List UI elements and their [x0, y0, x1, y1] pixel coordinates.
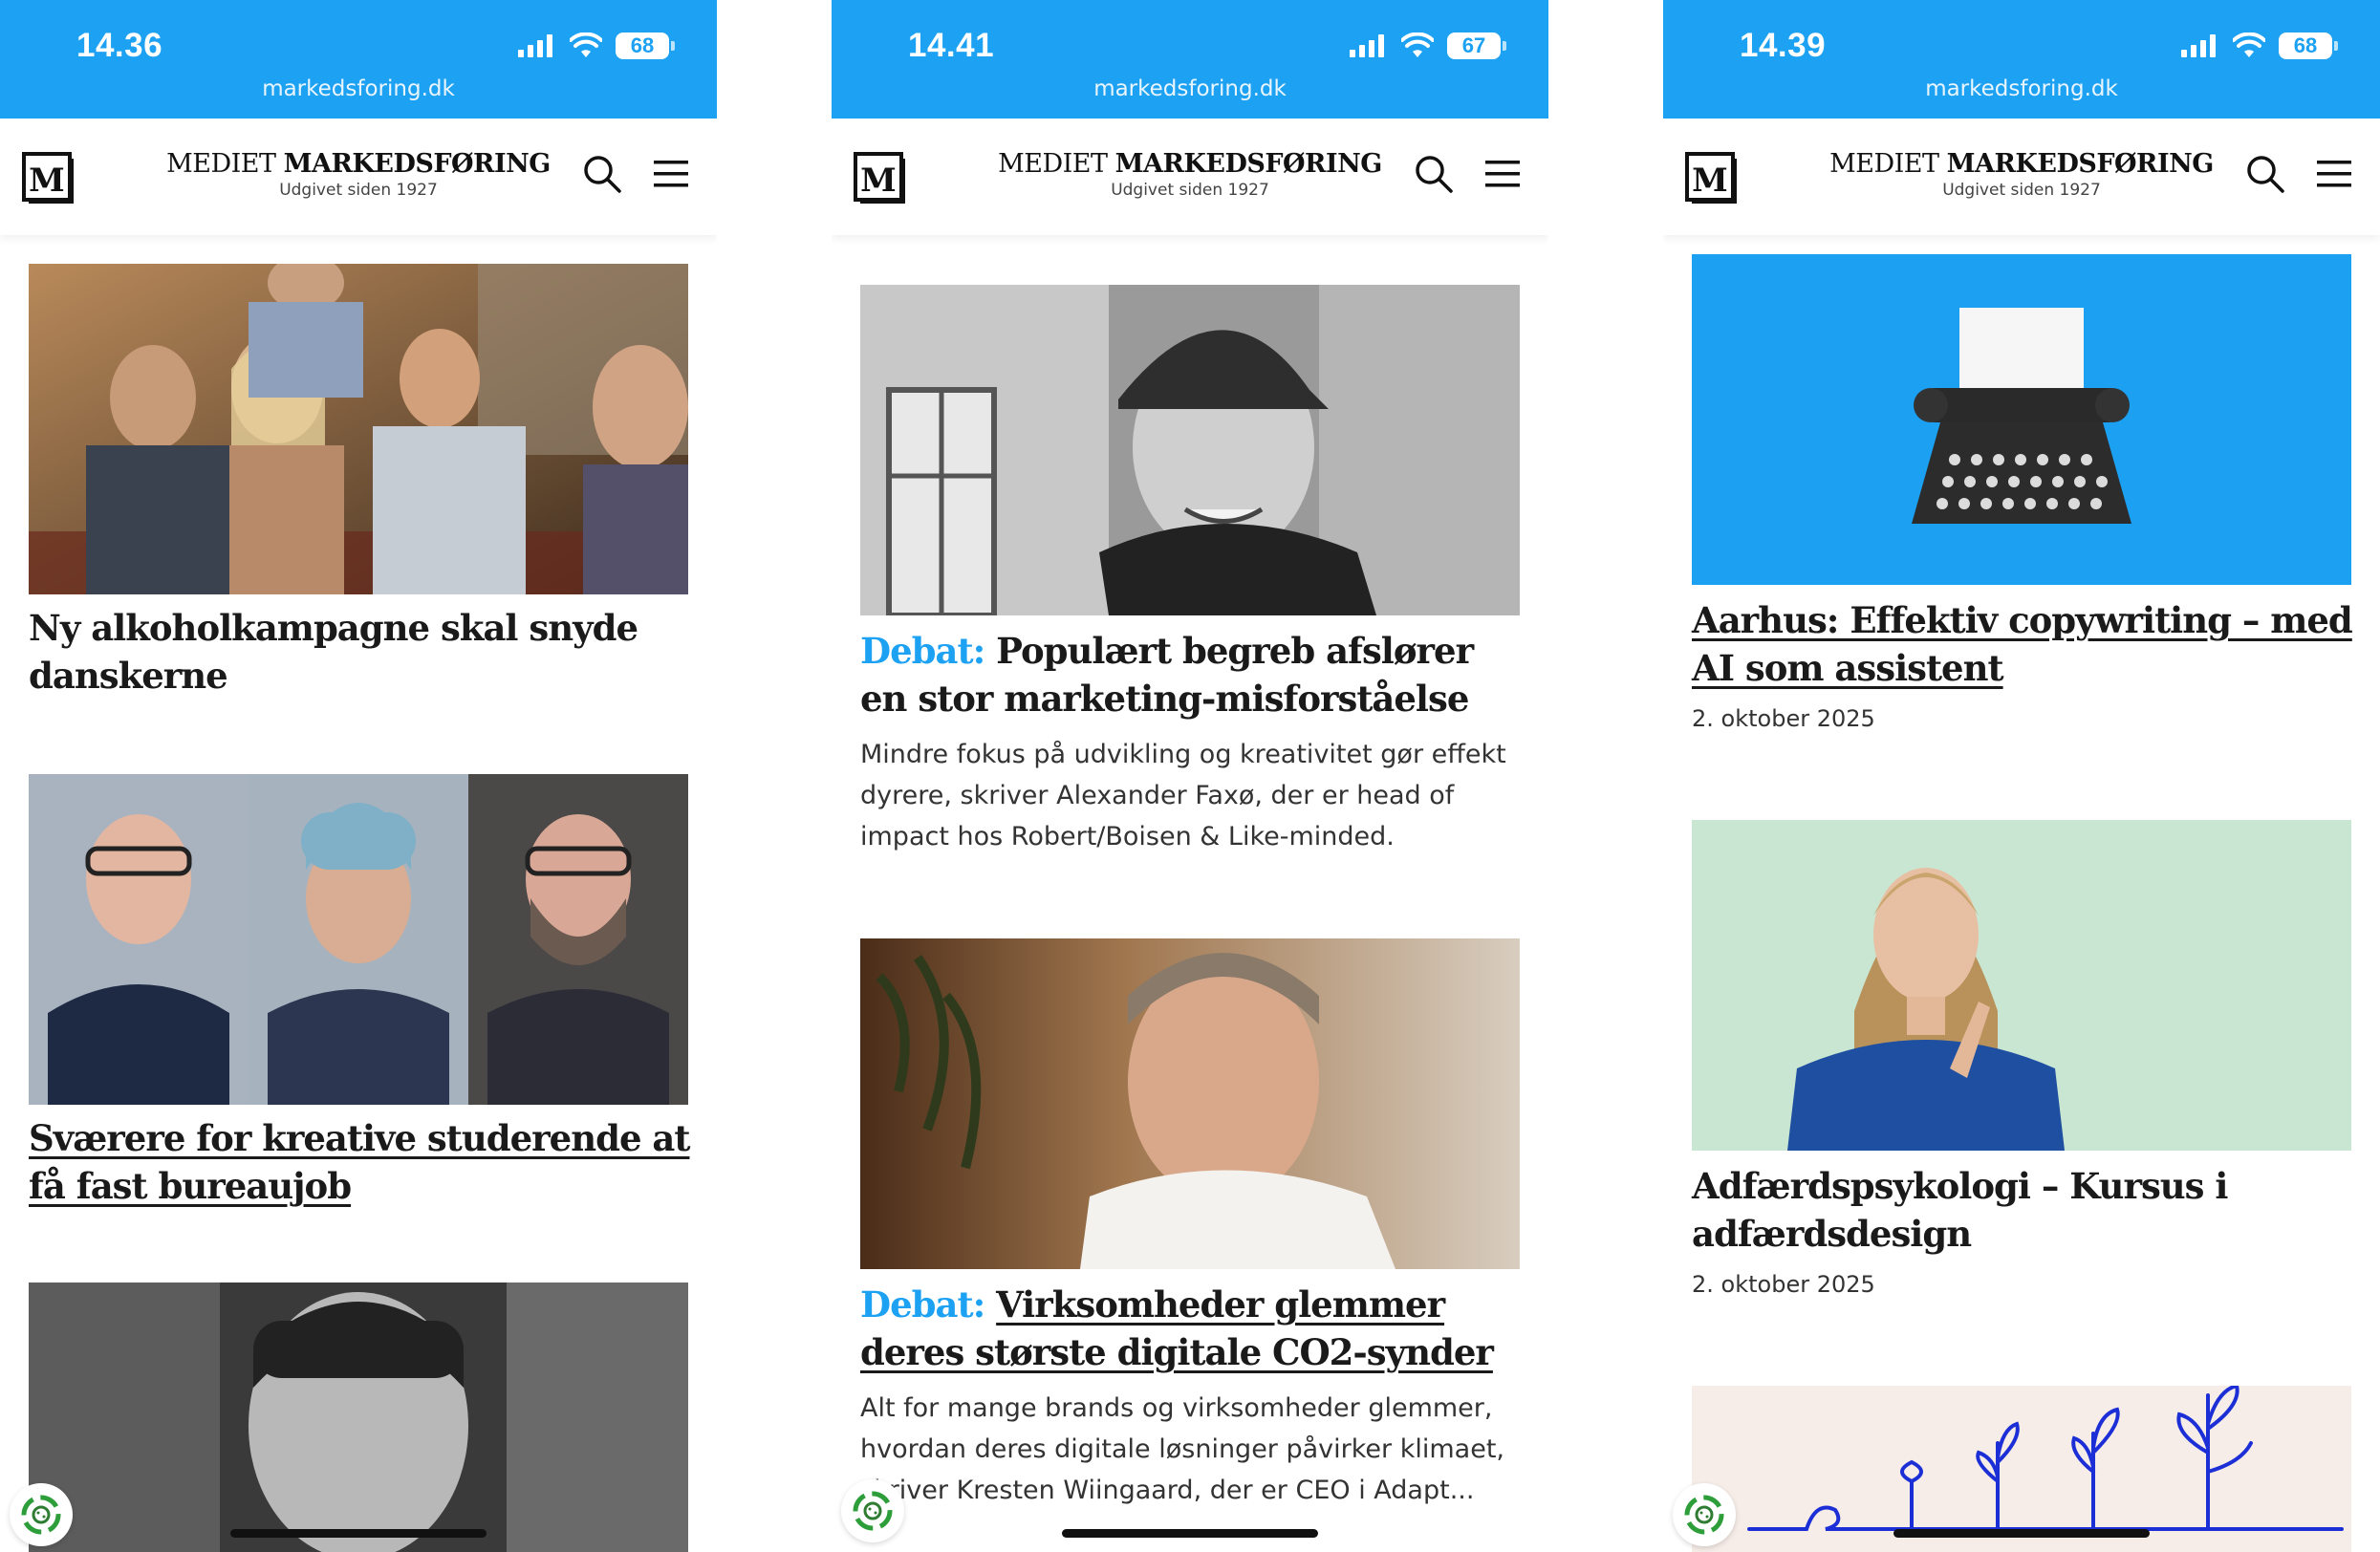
- site-header: M MEDIET MARKEDSFØRING Udgivet siden 192…: [832, 119, 1548, 235]
- phone-screen-1: 14.36 68 markedsforing.dk M MEDIET MARKE…: [0, 0, 717, 1552]
- status-bar: 14.39 68 markedsforing.dk: [1663, 0, 2380, 119]
- cellular-signal-icon: [1350, 34, 1384, 57]
- article-image-typewriter[interactable]: [1692, 254, 2351, 585]
- phone-screen-3: 14.39 68 markedsforing.dk M MEDIET MARKE…: [1663, 0, 2380, 1552]
- cookie-settings-icon[interactable]: [841, 1479, 904, 1542]
- search-icon[interactable]: [2244, 153, 2286, 195]
- article-headline-link[interactable]: Aarhus: Effektiv copywriting – med AI so…: [1692, 596, 2361, 692]
- cookie-settings-icon[interactable]: [10, 1483, 73, 1546]
- article-image-dinner-party[interactable]: [29, 264, 688, 594]
- cellular-signal-icon: [518, 34, 552, 57]
- status-bar: 14.36 68 markedsforing.dk: [0, 0, 717, 119]
- article-image-plant-illustration[interactable]: [1692, 1386, 2351, 1552]
- article-image-young-man-cap[interactable]: [860, 285, 1520, 615]
- address-bar-url[interactable]: markedsforing.dk: [832, 76, 1548, 101]
- brand-name-regular: MEDIET: [998, 149, 1115, 179]
- article-headline[interactable]: Ny alkoholkampagne skal snyde danskerne: [29, 604, 698, 700]
- article-headline-link[interactable]: Debat: Virksomheder glemmer deres størst…: [860, 1281, 1529, 1376]
- article-headline[interactable]: Debat: Populært begreb afslører en stor …: [860, 627, 1529, 722]
- home-indicator[interactable]: [230, 1529, 487, 1538]
- article-headline[interactable]: Adfærdspsykologi – Kursus i adfærdsdesig…: [1692, 1162, 2361, 1258]
- phone-screen-2: 14.41 67 markedsforing.dk M MEDIET MARKE…: [832, 0, 1548, 1552]
- article-date: 2. oktober 2025: [1692, 1271, 1875, 1298]
- status-bar: 14.41 67 markedsforing.dk: [832, 0, 1548, 119]
- address-bar-url[interactable]: markedsforing.dk: [0, 76, 717, 101]
- status-time: 14.36: [76, 27, 163, 64]
- article-image-man-portrait[interactable]: [860, 938, 1520, 1269]
- wifi-icon: [2233, 32, 2265, 57]
- brand-name-regular: MEDIET: [1829, 149, 1947, 179]
- article-image-thinking-woman[interactable]: [1692, 820, 2351, 1151]
- site-header: M MEDIET MARKEDSFØRING Udgivet siden 192…: [0, 119, 717, 235]
- search-icon[interactable]: [581, 153, 623, 195]
- article-image-bw-portrait[interactable]: [29, 1283, 688, 1552]
- status-time: 14.41: [908, 27, 995, 64]
- article-date: 2. oktober 2025: [1692, 705, 1875, 732]
- brand-name-bold: MARKEDSFØRING: [1946, 149, 2215, 179]
- status-time: 14.39: [1740, 27, 1827, 64]
- article-headline-link[interactable]: Sværere for kreative studerende at få fa…: [29, 1114, 698, 1210]
- home-indicator[interactable]: [1893, 1529, 2150, 1538]
- wifi-icon: [1401, 32, 1434, 57]
- debat-label: Debat:: [860, 630, 985, 672]
- debat-label: Debat:: [860, 1283, 985, 1326]
- hamburger-menu-icon[interactable]: [650, 157, 692, 191]
- article-excerpt: Mindre fokus på udvikling og kreativitet…: [860, 740, 1506, 851]
- cellular-signal-icon: [2181, 34, 2216, 57]
- article-excerpt: Alt for mange brands og virksomheder gle…: [860, 1393, 1504, 1505]
- search-icon[interactable]: [1413, 153, 1455, 195]
- cookie-settings-icon[interactable]: [1673, 1483, 1736, 1546]
- hamburger-menu-icon[interactable]: [2313, 157, 2355, 191]
- battery-icon: 67: [1447, 32, 1506, 59]
- battery-icon: 68: [2279, 32, 2338, 59]
- brand-name-regular: MEDIET: [166, 149, 284, 179]
- brand-name-bold: MARKEDSFØRING: [283, 149, 552, 179]
- brand-name-bold: MARKEDSFØRING: [1114, 149, 1383, 179]
- hamburger-menu-icon[interactable]: [1482, 157, 1524, 191]
- home-indicator[interactable]: [1062, 1529, 1318, 1538]
- article-image-three-portraits[interactable]: [29, 774, 688, 1105]
- battery-icon: 68: [616, 32, 675, 59]
- wifi-icon: [570, 32, 602, 57]
- site-header: M MEDIET MARKEDSFØRING Udgivet siden 192…: [1663, 119, 2380, 235]
- address-bar-url[interactable]: markedsforing.dk: [1663, 76, 2380, 101]
